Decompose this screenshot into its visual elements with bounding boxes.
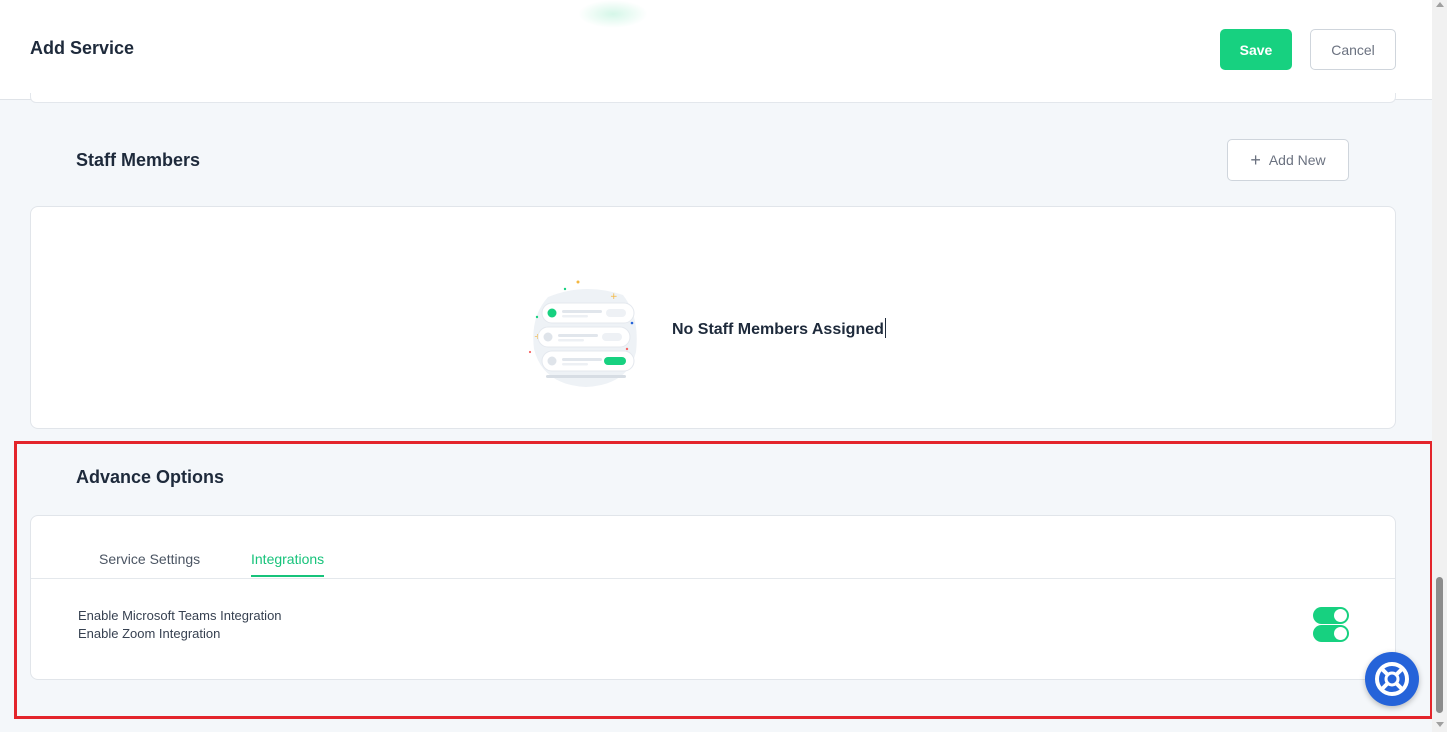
scroll-up-arrow-icon[interactable] — [1436, 2, 1444, 7]
add-new-label: Add New — [1268, 152, 1326, 168]
previous-card-edge — [30, 93, 1396, 103]
zoom-integration-toggle[interactable] — [1313, 625, 1349, 642]
help-button[interactable] — [1365, 652, 1419, 706]
svg-text:+: + — [610, 292, 618, 302]
teams-integration-toggle[interactable] — [1313, 607, 1349, 624]
lifebuoy-icon — [1375, 662, 1409, 696]
header-bar: Add Service Save Cancel — [0, 0, 1432, 100]
tabs-bar: Service Settings Integrations — [31, 516, 1395, 579]
cancel-button[interactable]: Cancel — [1310, 29, 1396, 70]
teams-integration-label: Enable Microsoft Teams Integration — [78, 608, 282, 623]
plus-icon: + — [1250, 150, 1261, 170]
toggle-knob — [1334, 627, 1347, 640]
advance-options-card: Service Settings Integrations Enable Mic… — [30, 515, 1396, 680]
scroll-down-arrow-icon[interactable] — [1436, 722, 1444, 727]
tab-service-settings[interactable]: Service Settings — [99, 551, 200, 575]
zoom-integration-label: Enable Zoom Integration — [78, 626, 221, 641]
toggle-knob — [1334, 609, 1347, 622]
tab-integrations[interactable]: Integrations — [251, 551, 325, 577]
vertical-scrollbar[interactable] — [1432, 0, 1447, 732]
text-caret — [884, 318, 886, 338]
empty-list-illustration: + + — [528, 280, 637, 387]
staff-members-card: + + No Staff Members Assigned — [30, 206, 1396, 429]
add-new-staff-button[interactable]: + Add New — [1227, 139, 1349, 181]
staff-members-title: Staff Members — [76, 150, 201, 170]
scroll-thumb[interactable] — [1436, 577, 1443, 713]
advance-options-title: Advance Options — [76, 467, 225, 487]
save-button[interactable]: Save — [1220, 29, 1292, 70]
empty-state-message: No Staff Members Assigned — [672, 318, 886, 339]
page-title: Add Service — [30, 38, 135, 58]
header-decoration — [578, 0, 648, 28]
